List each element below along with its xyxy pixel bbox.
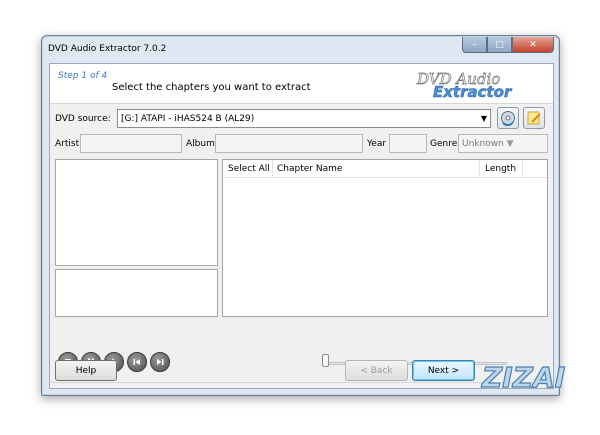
genre-value: Unknown — [462, 139, 504, 149]
notes-button[interactable] — [523, 107, 545, 129]
logo-text-bottom: Extractor — [433, 83, 513, 100]
step-indicator: Step 1 of 4 — [58, 71, 108, 81]
window-title: DVD Audio Extractor 7.0.2 — [48, 44, 167, 54]
album-label: Album — [186, 139, 215, 149]
column-divider — [479, 160, 480, 178]
dvd-source-select[interactable]: [G:] ATAPI - iHAS524 B (AL29) ▼ — [117, 109, 491, 128]
info-panel — [55, 269, 218, 317]
app-window: DVD Audio Extractor 7.0.2 – □ ✕ Step 1 o… — [41, 35, 560, 396]
next-icon — [157, 359, 164, 365]
dvd-source-value: [G:] ATAPI - iHAS524 B (AL29) — [121, 114, 255, 124]
column-divider — [272, 160, 273, 178]
year-label: Year — [367, 139, 387, 149]
column-select-all[interactable]: Select All — [228, 164, 270, 174]
cover-art-panel — [55, 159, 218, 266]
note-pencil-icon — [527, 111, 541, 125]
help-button[interactable]: Help — [55, 360, 117, 381]
caption-buttons: – □ ✕ — [462, 37, 554, 53]
chevron-down-icon: ▼ — [506, 139, 514, 149]
wizard-header: Step 1 of 4 Select the chapters you want… — [50, 64, 553, 104]
step-instruction: Select the chapters you want to extract — [112, 82, 311, 93]
minimize-button[interactable]: – — [462, 37, 487, 53]
maximize-button[interactable]: □ — [487, 37, 512, 53]
chapter-list[interactable]: Select All Chapter Name Length — [222, 159, 548, 317]
next-track-button[interactable] — [150, 352, 170, 372]
watermark-text: ZIZAI — [481, 361, 565, 394]
dvd-source-label: DVD source: — [55, 114, 111, 124]
next-button[interactable]: Next > — [412, 360, 475, 381]
genre-select[interactable]: Unknown ▼ — [458, 134, 548, 153]
column-length[interactable]: Length — [485, 164, 516, 174]
chapter-list-header: Select All Chapter Name Length — [223, 160, 547, 178]
album-input[interactable] — [215, 134, 363, 153]
seek-thumb[interactable] — [322, 354, 329, 367]
column-chapter-name[interactable]: Chapter Name — [277, 164, 342, 174]
previous-button[interactable] — [127, 352, 147, 372]
close-button[interactable]: ✕ — [512, 37, 554, 53]
watermark-logo: ZIZAI — [480, 360, 565, 394]
previous-icon — [133, 359, 140, 365]
genre-label: Genre — [430, 139, 458, 149]
column-divider — [522, 160, 523, 178]
back-button[interactable]: < Back — [345, 360, 408, 381]
year-input[interactable] — [389, 134, 427, 153]
client-area: Step 1 of 4 Select the chapters you want… — [49, 63, 554, 389]
disc-refresh-icon — [501, 111, 515, 126]
app-logo: DVD Audio Extractor — [416, 70, 514, 100]
bottom-divider — [50, 382, 553, 383]
artist-label: Artist — [55, 139, 80, 149]
refresh-drive-button[interactable] — [497, 107, 519, 129]
artist-input[interactable] — [80, 134, 182, 153]
chevron-down-icon: ▼ — [480, 114, 487, 123]
